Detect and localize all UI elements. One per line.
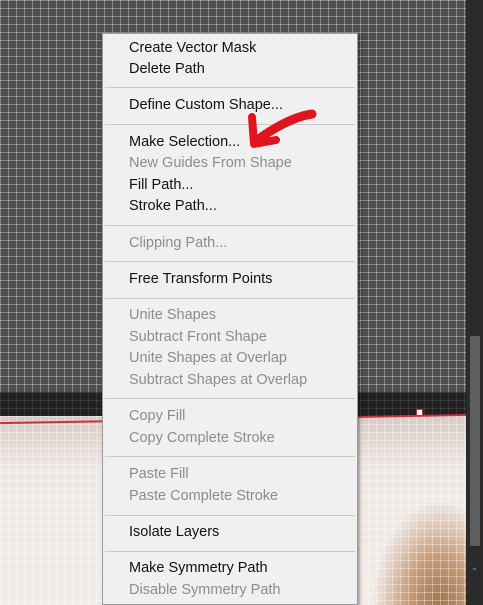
menu-item-unite-shapes: Unite Shapes — [129, 307, 217, 323]
menu-item-clipping-path: Clipping Path... — [129, 235, 228, 251]
menu-item-copy-fill: Copy Fill — [129, 408, 186, 424]
menu-item-make-symmetry-path[interactable]: Make Symmetry Path — [129, 558, 353, 579]
menu-separator — [105, 551, 355, 552]
menu-separator — [105, 87, 355, 88]
menu-item-disable-symmetry-path: Disable Symmetry Path — [129, 582, 281, 598]
menu-item-fill-path[interactable]: Fill Path... — [129, 175, 353, 196]
menu-item-isolate-layers[interactable]: Isolate Layers — [129, 522, 353, 543]
path-anchor-point[interactable] — [416, 409, 423, 416]
menu-item-create-vector-mask[interactable]: Create Vector Mask — [129, 38, 353, 59]
vertical-scrollbar[interactable]: ⌄ — [466, 0, 483, 605]
menu-separator — [105, 298, 355, 299]
red-arrow-icon — [248, 109, 317, 148]
chevron-right-icon[interactable]: › — [446, 587, 458, 599]
menu-separator — [105, 456, 355, 457]
menu-separator — [105, 225, 355, 226]
menu-item-paste-fill: Paste Fill — [129, 466, 189, 482]
menu-item-subtract-shapes-at-overlap: Subtract Shapes at Overlap — [129, 372, 308, 388]
chevron-down-icon[interactable]: ⌄ — [469, 561, 480, 573]
menu-separator — [105, 515, 355, 516]
menu-separator — [105, 398, 355, 399]
menu-item-delete-path[interactable]: Delete Path — [129, 59, 353, 80]
menu-separator — [105, 261, 355, 262]
menu-item-stroke-path[interactable]: Stroke Path... — [129, 196, 353, 217]
menu-item-subtract-front-shape: Subtract Front Shape — [129, 329, 267, 345]
menu-item-unite-shapes-at-overlap: Unite Shapes at Overlap — [129, 350, 287, 366]
menu-item-copy-complete-stroke: Copy Complete Stroke — [129, 430, 275, 446]
scrollbar-thumb[interactable] — [470, 336, 480, 546]
menu-item-paste-complete-stroke: Paste Complete Stroke — [129, 488, 279, 504]
menu-item-free-transform-points[interactable]: Free Transform Points — [129, 269, 353, 290]
